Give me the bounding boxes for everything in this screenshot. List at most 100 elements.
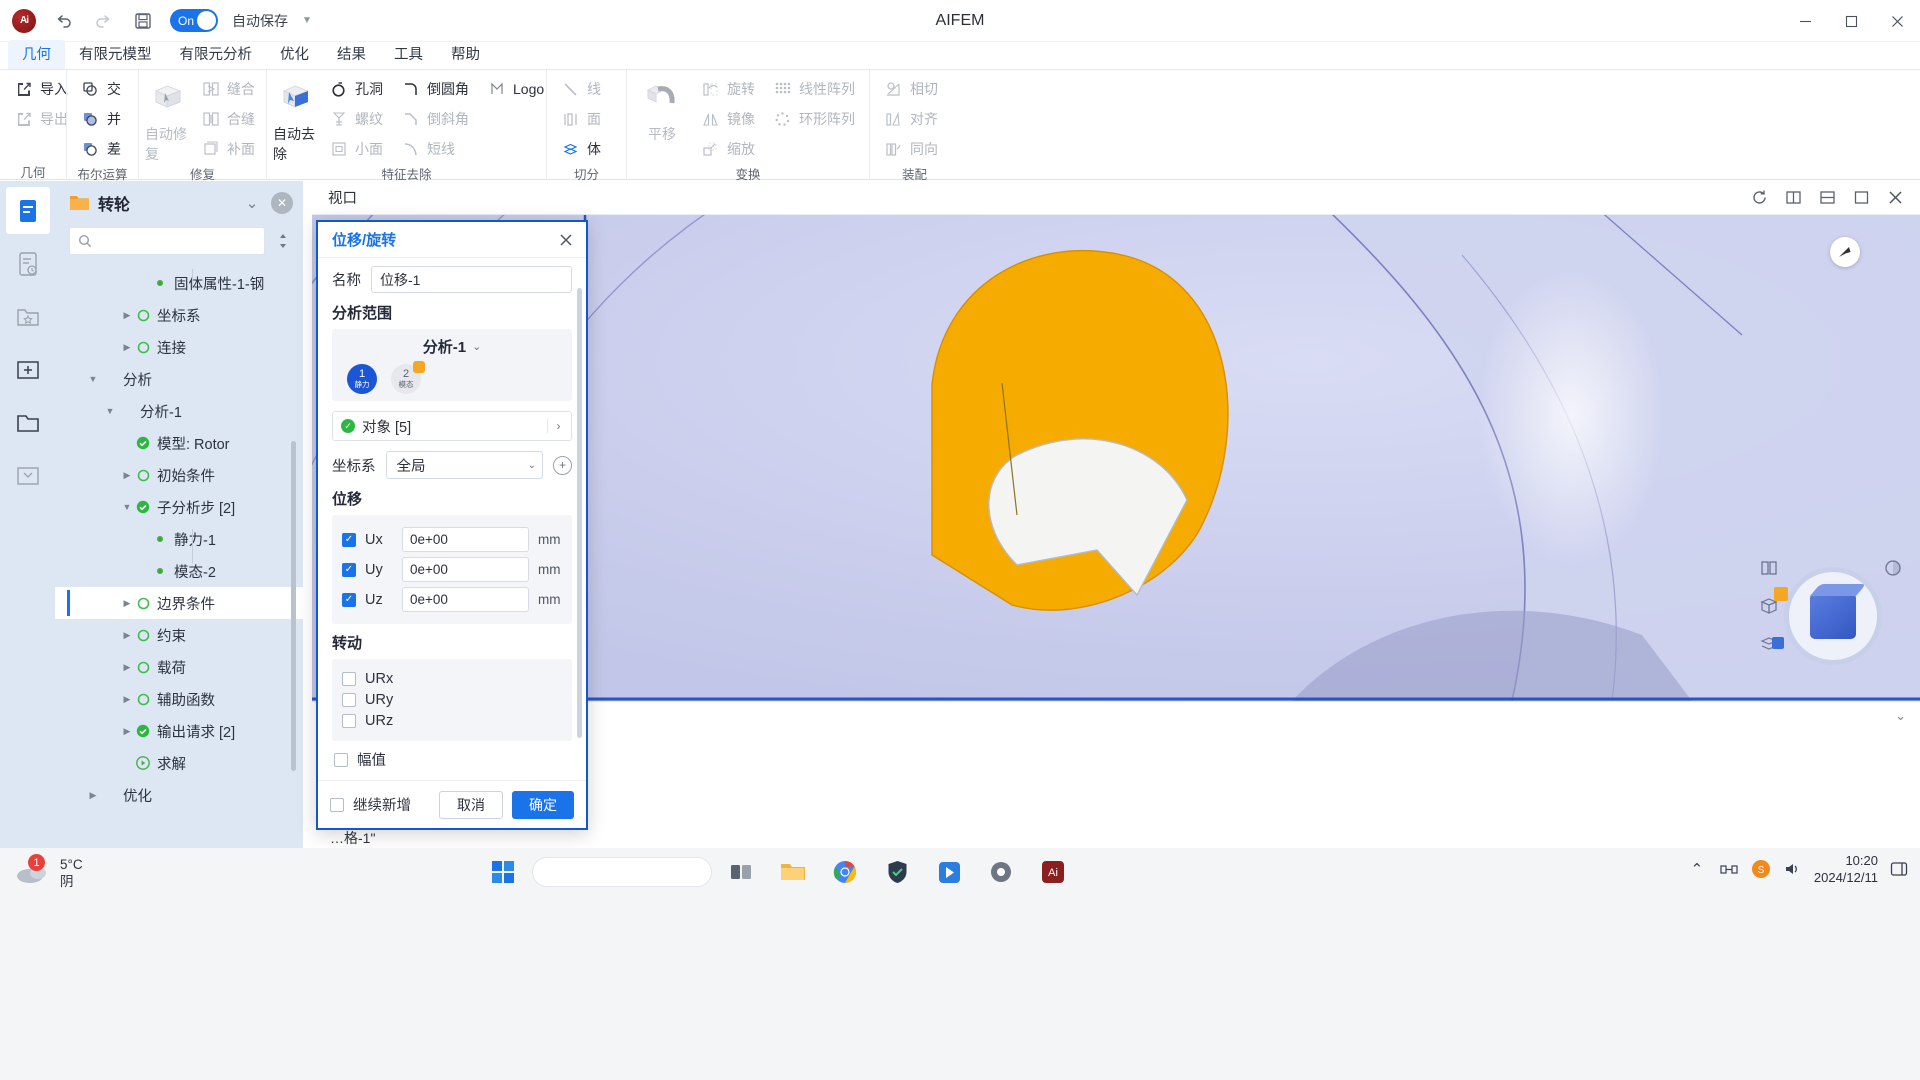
tree-item[interactable]: ▶辅助函数 <box>55 683 303 715</box>
tab-tools[interactable]: 工具 <box>380 40 437 69</box>
minimize-button[interactable] <box>1782 0 1828 42</box>
split-vertical-icon[interactable] <box>1776 183 1810 213</box>
tree-caret-icon[interactable]: ▶ <box>120 694 134 705</box>
ribbon-same-direction-button[interactable]: 同向 <box>876 134 946 164</box>
dialog-close-icon[interactable] <box>554 228 578 252</box>
tree-collapse-icon[interactable]: ⌄ <box>241 192 263 214</box>
tree-item[interactable]: 求解 <box>55 747 303 779</box>
continue-add-checkbox[interactable] <box>330 798 344 812</box>
tree-caret-icon[interactable]: ▼ <box>86 374 100 384</box>
cancel-button[interactable]: 取消 <box>439 791 503 819</box>
ribbon-rotate-button[interactable]: 旋转 <box>693 74 763 104</box>
ribbon-short-edge-button[interactable]: 短线 <box>393 134 477 164</box>
urx-checkbox[interactable] <box>342 672 356 686</box>
step-static[interactable]: 1 静力 <box>347 364 377 394</box>
tab-geometry[interactable]: 几何 <box>8 40 65 69</box>
tree-sort-icon[interactable] <box>271 229 295 253</box>
ribbon-subtract-button[interactable]: 差 <box>73 134 129 164</box>
ribbon-logo-button[interactable]: Logo <box>479 74 552 104</box>
view-cube[interactable] <box>1810 593 1856 639</box>
ribbon-auto-repair-button[interactable]: 自动修复 <box>145 74 191 164</box>
dialog-scrollbar-thumb[interactable] <box>577 288 582 738</box>
tree-caret-icon[interactable]: ▶ <box>120 726 134 737</box>
maximize-button[interactable] <box>1828 0 1874 42</box>
home-view-icon[interactable] <box>1830 237 1860 267</box>
tree-item[interactable]: ▼分析 <box>55 363 303 395</box>
autosave-menu-icon[interactable]: ▼ <box>302 15 312 26</box>
object-selector[interactable]: ✓ 对象 [5] › <box>332 411 572 441</box>
sogou-icon[interactable]: S <box>1750 858 1772 880</box>
refresh-icon[interactable] <box>1742 183 1776 213</box>
ribbon-hole-button[interactable]: 孔洞 <box>321 74 391 104</box>
ribbon-translate-button[interactable]: 平移 <box>633 74 691 144</box>
ribbon-scale-button[interactable]: 缩放 <box>693 134 763 164</box>
ribbon-tangent-button[interactable]: 相切 <box>876 74 946 104</box>
tab-help[interactable]: 帮助 <box>437 40 494 69</box>
taskbar-search-input[interactable] <box>532 857 712 887</box>
aifem-icon[interactable]: Ai <box>1030 851 1076 893</box>
start-button[interactable] <box>480 851 526 893</box>
tree-caret-icon[interactable]: ▶ <box>120 342 134 353</box>
tree-item[interactable]: ▶边界条件 <box>55 587 303 619</box>
tree-close-icon[interactable]: ✕ <box>271 192 293 214</box>
ribbon-split-line-button[interactable]: 线 <box>553 74 609 104</box>
tree-caret-icon[interactable]: ▶ <box>120 630 134 641</box>
file-explorer-icon[interactable] <box>770 851 816 893</box>
rail-history-icon[interactable] <box>6 240 50 287</box>
palette-icon[interactable] <box>1880 555 1906 581</box>
tab-fe-model[interactable]: 有限元模型 <box>65 40 166 69</box>
ribbon-small-face-button[interactable]: 小面 <box>321 134 391 164</box>
tree-caret-icon[interactable]: ▶ <box>120 662 134 673</box>
save-icon[interactable] <box>130 8 156 34</box>
ribbon-split-body-button[interactable]: 体 <box>553 134 609 164</box>
tree-caret-icon[interactable]: ▶ <box>86 790 100 801</box>
uz-checkbox[interactable]: ✓ <box>342 593 356 607</box>
ribbon-union-button[interactable]: 并 <box>73 104 129 134</box>
ribbon-stitch-button[interactable]: 缝合 <box>193 74 263 104</box>
ribbon-linear-pattern-button[interactable]: 线性阵列 <box>765 74 863 104</box>
tree-item[interactable]: ▶约束 <box>55 619 303 651</box>
ribbon-fillet-button[interactable]: 倒圆角 <box>393 74 477 104</box>
tree-item[interactable]: 模型: Rotor <box>55 427 303 459</box>
tree-item[interactable]: ▶输出请求 [2] <box>55 715 303 747</box>
app-logo-icon[interactable]: Ai <box>12 9 36 33</box>
chrome-icon[interactable] <box>822 851 868 893</box>
notification-icon[interactable] <box>1888 858 1910 880</box>
uy-checkbox[interactable]: ✓ <box>342 563 356 577</box>
ribbon-circular-pattern-button[interactable]: 环形阵列 <box>765 104 863 134</box>
ribbon-split-face-button[interactable]: 面 <box>553 104 609 134</box>
rail-favorites-icon[interactable] <box>6 293 50 340</box>
step-modal[interactable]: 2 模态 <box>391 364 421 394</box>
name-input[interactable]: 位移-1 <box>371 266 572 293</box>
tree-caret-icon[interactable]: ▼ <box>103 406 117 416</box>
chevron-down-icon[interactable]: ⌄ <box>472 340 481 353</box>
ury-checkbox[interactable] <box>342 693 356 707</box>
chevron-up-icon[interactable]: ⌃ <box>1686 858 1708 880</box>
store-icon[interactable] <box>926 851 972 893</box>
tree-item[interactable]: ▶载荷 <box>55 651 303 683</box>
close-viewport-icon[interactable] <box>1878 183 1912 213</box>
undo-icon[interactable] <box>50 8 76 34</box>
tree-item[interactable]: ▼子分析步 [2] <box>55 491 303 523</box>
tree-item[interactable]: ▼分析-1 <box>55 395 303 427</box>
uy-input[interactable]: 0e+00 <box>402 557 529 582</box>
tree-item[interactable]: 固体属性-1-钢 <box>55 267 303 299</box>
urz-checkbox[interactable] <box>342 714 356 728</box>
ribbon-merge-seam-button[interactable]: 合缝 <box>193 104 263 134</box>
rail-add-folder-icon[interactable] <box>6 346 50 393</box>
weather-widget[interactable]: 1 5°C 阴 <box>14 856 83 890</box>
ribbon-mirror-button[interactable]: 镜像 <box>693 104 763 134</box>
rail-model-tree-icon[interactable] <box>6 187 50 234</box>
ribbon-chamfer-button[interactable]: 倒斜角 <box>393 104 477 134</box>
uz-input[interactable]: 0e+00 <box>402 587 529 612</box>
analysis-selector[interactable]: 分析-1 ⌄ <box>341 336 563 357</box>
tree-scrollbar-thumb[interactable] <box>291 441 296 771</box>
tab-fe-analysis[interactable]: 有限元分析 <box>166 40 267 69</box>
network-icon[interactable] <box>1718 858 1740 880</box>
ribbon-thread-button[interactable]: 螺纹 <box>321 104 391 134</box>
tree-caret-icon[interactable]: ▶ <box>120 598 134 609</box>
tree-item[interactable]: ▶优化 <box>55 779 303 811</box>
tree-caret-icon[interactable]: ▶ <box>120 470 134 481</box>
tab-results[interactable]: 结果 <box>323 40 380 69</box>
rail-folder-icon[interactable] <box>6 399 50 446</box>
